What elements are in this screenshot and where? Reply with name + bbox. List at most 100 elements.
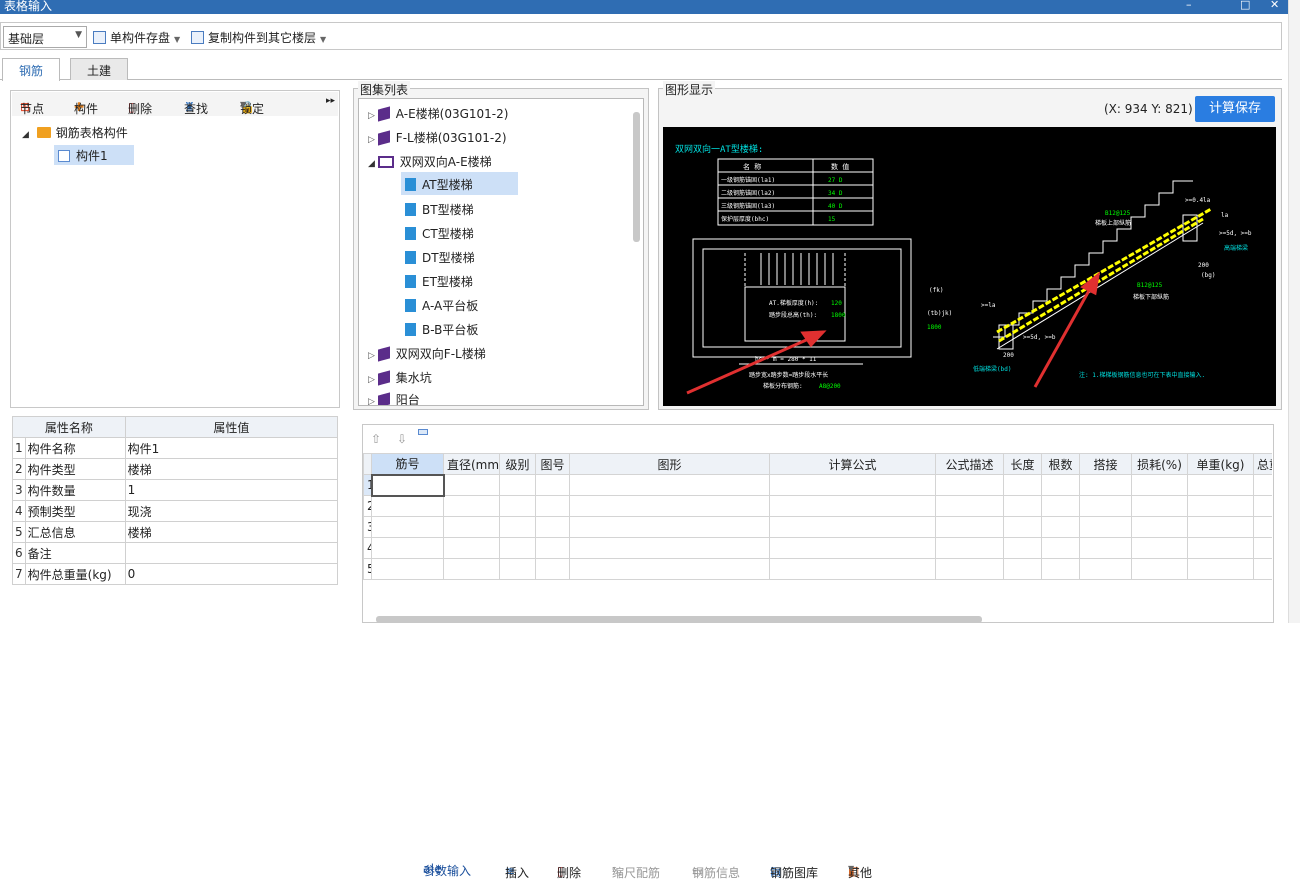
grid-cell[interactable] <box>371 558 444 580</box>
grid-cell[interactable] <box>1003 537 1042 559</box>
grid-cell[interactable] <box>1041 516 1080 538</box>
grid-cell[interactable] <box>569 495 770 517</box>
minimize-button[interactable]: – <box>1186 0 1192 11</box>
maximize-button[interactable]: □ <box>1240 0 1250 11</box>
tree-root[interactable]: ◢ 钢筋表格构件 <box>22 124 128 141</box>
move-up-icon[interactable]: ⇧ <box>371 432 381 446</box>
grid-cell[interactable] <box>1041 474 1080 496</box>
grid-cell-active[interactable] <box>370 473 445 497</box>
grid-cell[interactable] <box>1079 474 1132 496</box>
grid-cell[interactable] <box>1253 516 1272 538</box>
grid-cell[interactable] <box>499 537 536 559</box>
grid-cell[interactable] <box>371 537 444 559</box>
col-figure-no[interactable]: 图号 <box>535 453 570 475</box>
grid-cell[interactable] <box>935 558 1004 580</box>
prop-value[interactable]: 楼梯 <box>124 521 339 543</box>
grid-cell[interactable] <box>1041 537 1080 559</box>
atlas-item[interactable]: ▷ 集水坑 <box>368 369 432 386</box>
grid-cell[interactable] <box>1131 474 1188 496</box>
grid-cell[interactable] <box>443 537 500 559</box>
grid-cell[interactable] <box>371 516 444 538</box>
grid-cell[interactable] <box>935 474 1004 496</box>
more-button[interactable]: ▸▸ <box>326 96 335 106</box>
grid-cell[interactable] <box>499 558 536 580</box>
save-component-button[interactable]: 单构件存盘 ▼ <box>93 29 180 46</box>
atlas-item[interactable]: ◢ 双网双向A-E楼梯 <box>368 153 492 170</box>
grid-cell[interactable] <box>1131 537 1188 559</box>
grid-cell[interactable] <box>1131 495 1188 517</box>
tree-item-component1[interactable]: 构件1 <box>54 145 134 165</box>
grid-cell[interactable] <box>535 495 570 517</box>
copy-to-floor-button[interactable]: 复制构件到其它楼层 ▼ <box>191 29 326 46</box>
atlas-item-selected[interactable]: AT型楼梯 <box>401 172 518 195</box>
grid-cell[interactable] <box>1253 495 1272 517</box>
grid-cell[interactable] <box>569 516 770 538</box>
atlas-item[interactable]: ▷ A-E楼梯(03G101-2) <box>368 105 508 122</box>
grid-cell[interactable] <box>569 537 770 559</box>
grid-cell[interactable] <box>535 537 570 559</box>
atlas-item[interactable]: CT型楼梯 <box>405 225 474 242</box>
grid-cell[interactable] <box>1131 516 1188 538</box>
grid-cell[interactable] <box>1003 558 1042 580</box>
atlas-item[interactable]: ▷ F-L楼梯(03G101-2) <box>368 129 507 146</box>
atlas-item[interactable]: BT型楼梯 <box>405 201 474 218</box>
grid-horizontal-scrollbar[interactable] <box>376 616 982 623</box>
grid-cell[interactable] <box>443 474 500 496</box>
grid-cell[interactable] <box>535 474 570 496</box>
col-diameter[interactable]: 直径(mm) <box>443 453 500 475</box>
col-length[interactable]: 长度 <box>1003 453 1042 475</box>
grid-cell[interactable] <box>535 558 570 580</box>
grid-cell[interactable] <box>569 558 770 580</box>
grid-cell[interactable] <box>769 516 936 538</box>
atlas-item[interactable]: A-A平台板 <box>405 297 478 314</box>
grid-cell[interactable] <box>499 474 536 496</box>
grid-cell[interactable] <box>1131 558 1188 580</box>
move-down-icon[interactable]: ⇩ <box>397 432 407 446</box>
grid-cell[interactable] <box>499 495 536 517</box>
grid-cell[interactable] <box>1079 516 1132 538</box>
prop-value[interactable]: 构件1 <box>124 437 339 459</box>
prop-value[interactable]: 1 <box>124 479 339 501</box>
col-formula-desc[interactable]: 公式描述 <box>935 453 1004 475</box>
prop-value[interactable]: 楼梯 <box>124 458 339 480</box>
grid-cell[interactable] <box>1187 558 1254 580</box>
prop-value[interactable]: 0 <box>124 563 339 585</box>
atlas-item[interactable]: ▷ 双网双向F-L楼梯 <box>368 345 486 362</box>
grid-cell[interactable] <box>1079 558 1132 580</box>
grid-cell[interactable] <box>769 558 936 580</box>
grid-cell[interactable] <box>443 516 500 538</box>
grid-cell[interactable] <box>769 474 936 496</box>
grid-cell[interactable] <box>1079 537 1132 559</box>
grid-cell[interactable] <box>935 537 1004 559</box>
grid-cell[interactable] <box>1079 495 1132 517</box>
grid-cell[interactable] <box>443 495 500 517</box>
grid-cell[interactable] <box>935 495 1004 517</box>
col-shape[interactable]: 图形 <box>569 453 770 475</box>
grid-cell[interactable] <box>443 558 500 580</box>
grid-cell[interactable] <box>1187 495 1254 517</box>
tab-civil[interactable]: 土建 <box>70 58 129 80</box>
grid-cell[interactable] <box>935 516 1004 538</box>
param-input-button[interactable]: a|e 参数输入 <box>418 429 471 878</box>
grid-cell[interactable] <box>1187 537 1254 559</box>
prop-value[interactable] <box>124 542 339 564</box>
col-count[interactable]: 根数 <box>1041 453 1080 475</box>
cad-drawing[interactable]: 双网双向一AT型楼梯: 名 称 数 值 一级钢筋锚固(la1) 27 D 二级钢… <box>663 127 1276 406</box>
grid-cell[interactable] <box>1041 558 1080 580</box>
grid-cell[interactable] <box>535 516 570 538</box>
grid-cell[interactable] <box>1003 495 1042 517</box>
col-loss[interactable]: 损耗(%) <box>1131 453 1188 475</box>
tab-rebar[interactable]: 钢筋 <box>2 58 61 81</box>
col-total-weight[interactable]: 总重 <box>1253 453 1272 475</box>
grid-cell[interactable] <box>1253 558 1272 580</box>
atlas-item[interactable]: ▷ 阳台 <box>368 391 420 405</box>
grid-cell[interactable] <box>769 495 936 517</box>
grid-cell[interactable] <box>1253 537 1272 559</box>
grid-cell[interactable] <box>1041 495 1080 517</box>
col-formula[interactable]: 计算公式 <box>769 453 936 475</box>
grid-cell[interactable] <box>569 474 770 496</box>
prop-value[interactable]: 现浇 <box>124 500 339 522</box>
col-grade[interactable]: 级别 <box>499 453 536 475</box>
floor-select[interactable]: 基础层 ▼ <box>3 26 87 48</box>
grid-cell[interactable] <box>1003 516 1042 538</box>
